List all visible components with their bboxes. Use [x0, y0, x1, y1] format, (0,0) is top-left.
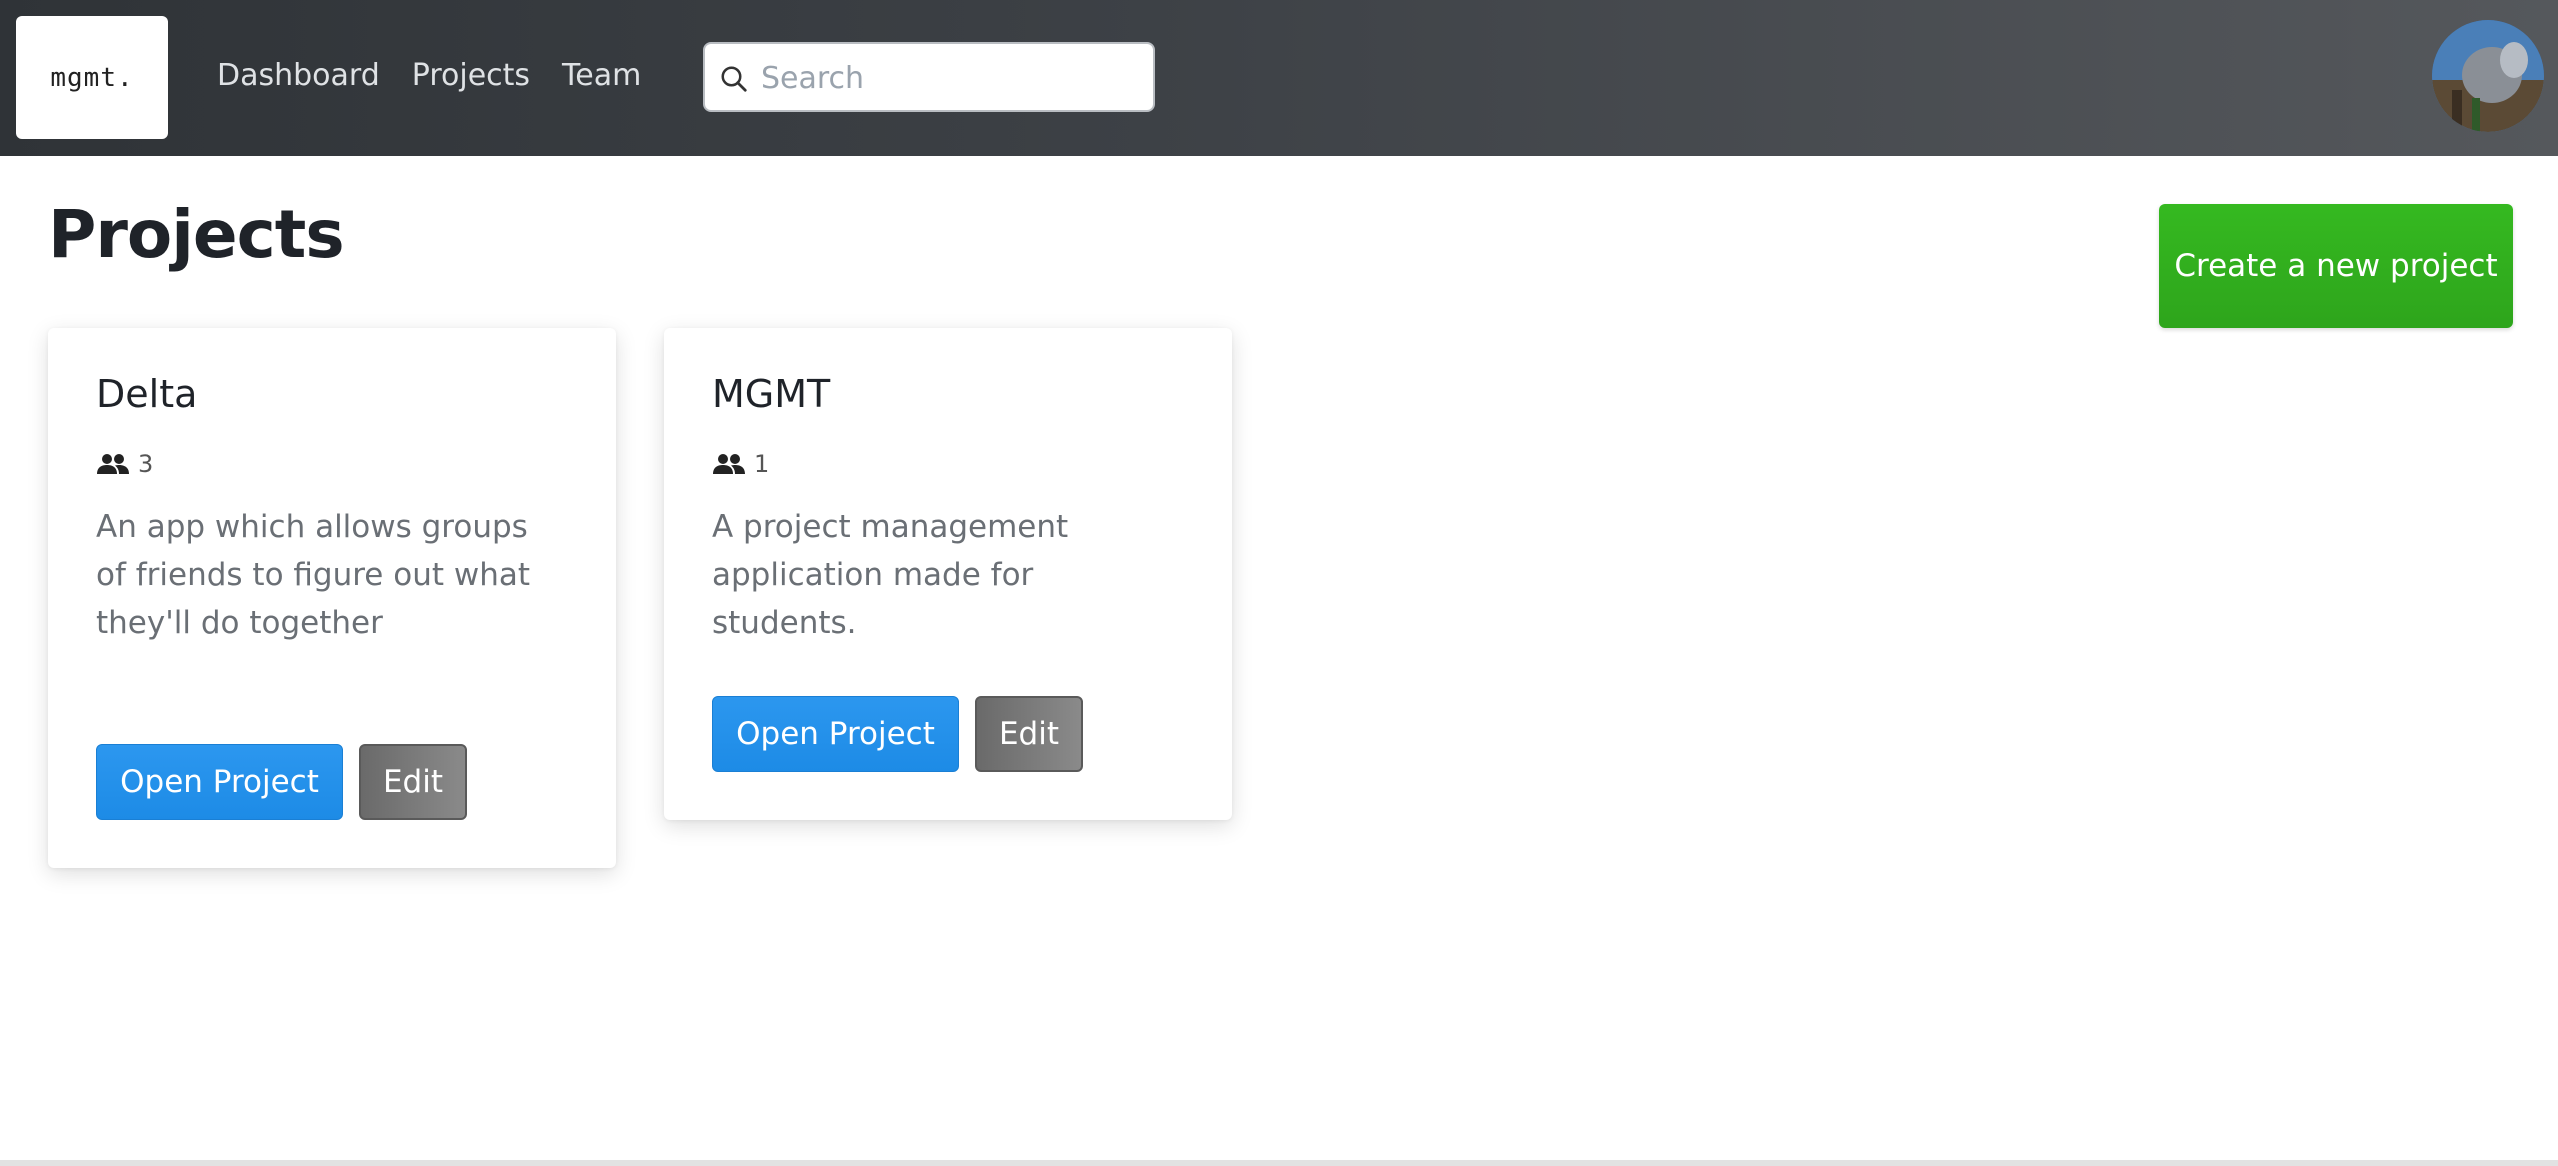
project-card: Delta 3 An app which allows groups of fr… [48, 328, 616, 868]
open-project-button[interactable]: Open Project [96, 744, 343, 820]
user-avatar[interactable] [2432, 20, 2544, 132]
nav-links: Dashboard Projects Team [217, 52, 641, 100]
project-description: A project management application made fo… [712, 509, 1069, 641]
member-count: 1 [712, 450, 769, 478]
search-icon [721, 66, 747, 92]
people-icon [713, 454, 745, 474]
project-name: Delta [96, 372, 198, 416]
window-bottom-edge [0, 1160, 2558, 1166]
project-name: MGMT [712, 372, 831, 416]
search-box [703, 42, 1155, 112]
app-logo[interactable]: mgmt. [16, 16, 168, 139]
create-project-button[interactable]: Create a new project [2159, 204, 2513, 328]
project-card: MGMT 1 A project management application … [664, 328, 1232, 820]
member-count: 3 [96, 450, 153, 478]
nav-link-team[interactable]: Team [562, 52, 641, 100]
avatar-image [2432, 20, 2544, 132]
member-count-value: 1 [754, 450, 770, 478]
member-count-value: 3 [138, 450, 154, 478]
top-navbar: mgmt. Dashboard Projects Team [0, 0, 2558, 156]
edit-project-button[interactable]: Edit [359, 744, 467, 820]
edit-project-button[interactable]: Edit [975, 696, 1083, 772]
nav-link-projects[interactable]: Projects [412, 52, 530, 100]
open-project-button[interactable]: Open Project [712, 696, 959, 772]
search-input[interactable] [759, 52, 1143, 104]
project-description: An app which allows groups of friends to… [96, 509, 530, 641]
nav-link-dashboard[interactable]: Dashboard [217, 52, 380, 100]
people-icon [97, 454, 129, 474]
page-title: Projects [48, 196, 345, 273]
